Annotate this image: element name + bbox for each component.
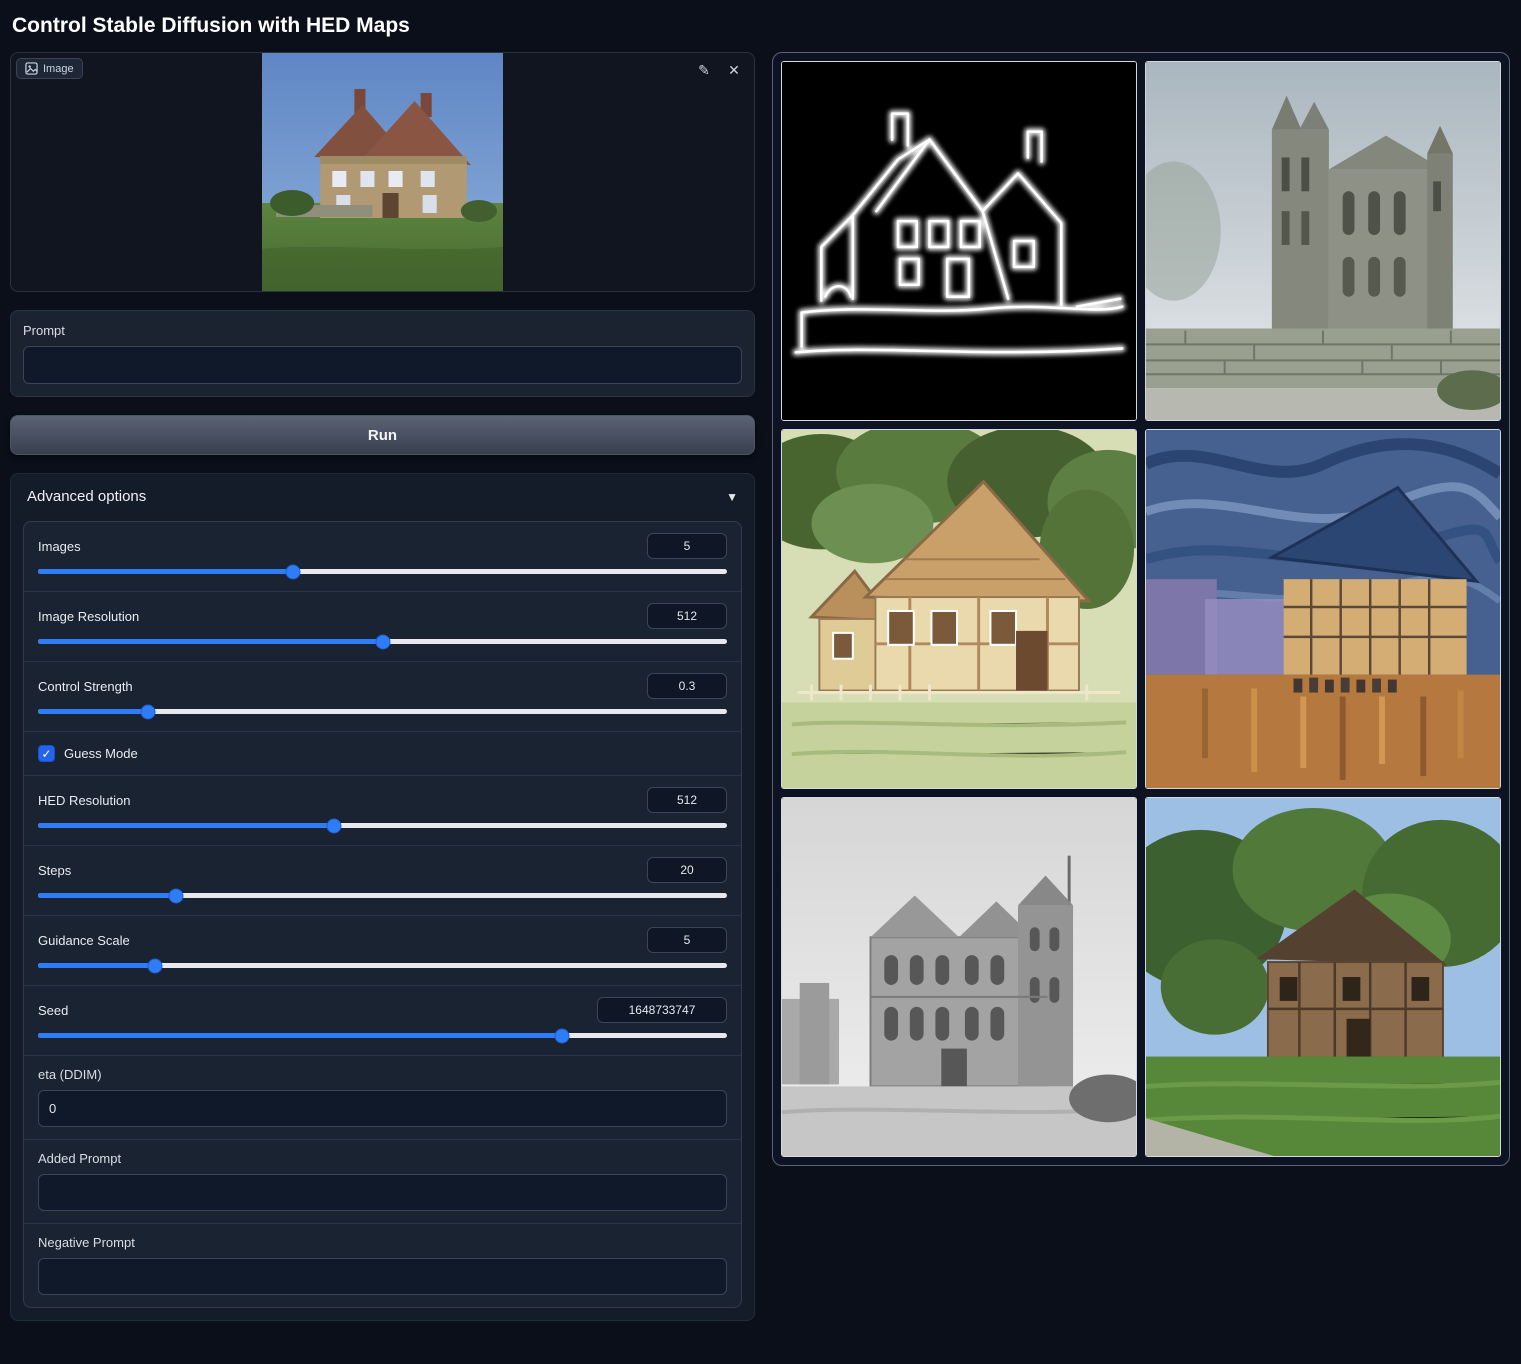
- gallery-item-painted-cottage[interactable]: [781, 429, 1137, 789]
- negative-prompt-row: Negative Prompt: [24, 1224, 741, 1307]
- image-toolbar: ✎ ✕: [692, 58, 746, 82]
- uploaded-house-photo: [262, 53, 503, 291]
- hed-resolution-slider[interactable]: [38, 823, 727, 828]
- output-gallery: [772, 52, 1510, 1166]
- uploaded-image[interactable]: [262, 53, 503, 291]
- run-button[interactable]: Run: [10, 415, 755, 455]
- added-prompt-row: Added Prompt: [24, 1140, 741, 1224]
- eta-input[interactable]: [38, 1090, 727, 1127]
- advanced-options-header[interactable]: Advanced options ▼: [23, 486, 742, 507]
- page-title: Control Stable Diffusion with HED Maps: [12, 14, 1511, 38]
- app-page: Control Stable Diffusion with HED Maps I…: [0, 0, 1521, 1364]
- advanced-options-accordion: Advanced options ▼ Images: [10, 473, 755, 1321]
- hed-resolution-slider-thumb[interactable]: [327, 818, 342, 833]
- seed-slider-row: Seed: [24, 986, 741, 1056]
- guess-mode-checkbox[interactable]: ✓: [38, 745, 55, 762]
- seed-value-input[interactable]: [597, 997, 727, 1023]
- guidance-scale-slider-label: Guidance Scale: [38, 933, 130, 948]
- steps-slider-label: Steps: [38, 863, 71, 878]
- bw-manor-image: [782, 798, 1136, 1156]
- advanced-options-title: Advanced options: [27, 488, 146, 505]
- image-resolution-slider-label: Image Resolution: [38, 609, 139, 624]
- images-slider-label: Images: [38, 539, 81, 554]
- eta-label: eta (DDIM): [38, 1067, 727, 1082]
- control-strength-slider-row: Control Strength: [24, 662, 741, 732]
- image-resolution-slider-fill: [38, 639, 383, 644]
- steps-value-input[interactable]: [647, 857, 727, 883]
- eta-row: eta (DDIM): [24, 1056, 741, 1140]
- check-icon: ✓: [41, 747, 51, 761]
- prompt-input[interactable]: [23, 346, 742, 384]
- added-prompt-input[interactable]: [38, 1174, 727, 1211]
- control-strength-value-input[interactable]: [647, 673, 727, 699]
- gallery-item-hed-edge-map[interactable]: [781, 61, 1137, 421]
- steps-slider[interactable]: [38, 893, 727, 898]
- prompt-block: Prompt: [10, 310, 755, 397]
- prompt-label: Prompt: [23, 323, 742, 338]
- main-layout: Image ✎ ✕: [10, 52, 1511, 1321]
- steps-slider-fill: [38, 893, 176, 898]
- negative-prompt-input[interactable]: [38, 1258, 727, 1295]
- image-resolution-slider[interactable]: [38, 639, 727, 644]
- steps-slider-row: Steps: [24, 846, 741, 916]
- image-resolution-slider-row: Image Resolution: [24, 592, 741, 662]
- gallery-item-bw-manor[interactable]: [781, 797, 1137, 1157]
- controls-column: Image ✎ ✕: [10, 52, 755, 1321]
- control-strength-slider-thumb[interactable]: [141, 704, 156, 719]
- control-strength-slider-fill: [38, 709, 148, 714]
- timber-house-image: [1146, 798, 1500, 1156]
- seed-slider[interactable]: [38, 1033, 727, 1038]
- chevron-down-icon: ▼: [726, 490, 738, 504]
- guidance-scale-slider[interactable]: [38, 963, 727, 968]
- gallery-item-timber-house[interactable]: [1145, 797, 1501, 1157]
- hed-resolution-slider-row: HED Resolution: [24, 776, 741, 846]
- guess-mode-row: ✓ Guess Mode: [24, 732, 741, 776]
- painted-cottage-image: [782, 430, 1136, 788]
- impressionist-house-image: [1146, 430, 1500, 788]
- steps-slider-thumb[interactable]: [168, 888, 183, 903]
- seed-slider-thumb[interactable]: [554, 1028, 569, 1043]
- images-slider-row: Images: [24, 522, 741, 592]
- image-input-label: Image: [16, 58, 83, 79]
- guidance-scale-value-input[interactable]: [647, 927, 727, 953]
- seed-slider-label: Seed: [38, 1003, 68, 1018]
- images-slider-fill: [38, 569, 293, 574]
- negative-prompt-label: Negative Prompt: [38, 1235, 727, 1250]
- images-slider-thumb[interactable]: [285, 564, 300, 579]
- images-slider[interactable]: [38, 569, 727, 574]
- stone-castle-image: [1146, 62, 1500, 420]
- control-strength-slider[interactable]: [38, 709, 727, 714]
- hed-edge-map-image: [782, 62, 1136, 420]
- clear-image-button[interactable]: ✕: [722, 58, 746, 82]
- guidance-scale-slider-row: Guidance Scale: [24, 916, 741, 986]
- pencil-icon: ✎: [698, 62, 710, 78]
- image-resolution-slider-thumb[interactable]: [375, 634, 390, 649]
- advanced-options-body: Images Image Resolution: [23, 521, 742, 1308]
- control-strength-slider-label: Control Strength: [38, 679, 133, 694]
- hed-resolution-value-input[interactable]: [647, 787, 727, 813]
- guess-mode-label: Guess Mode: [64, 746, 138, 761]
- image-input: Image ✎ ✕: [10, 52, 755, 292]
- guidance-scale-slider-thumb[interactable]: [148, 958, 163, 973]
- images-value-input[interactable]: [647, 533, 727, 559]
- image-icon: [25, 62, 38, 75]
- hed-resolution-slider-fill: [38, 823, 334, 828]
- gallery-item-stone-castle[interactable]: [1145, 61, 1501, 421]
- guidance-scale-slider-fill: [38, 963, 155, 968]
- edit-image-button[interactable]: ✎: [692, 58, 716, 82]
- image-resolution-value-input[interactable]: [647, 603, 727, 629]
- gallery-item-impressionist-house[interactable]: [1145, 429, 1501, 789]
- added-prompt-label: Added Prompt: [38, 1151, 727, 1166]
- close-icon: ✕: [728, 62, 740, 78]
- seed-slider-fill: [38, 1033, 562, 1038]
- hed-resolution-slider-label: HED Resolution: [38, 793, 131, 808]
- image-input-label-text: Image: [43, 63, 74, 75]
